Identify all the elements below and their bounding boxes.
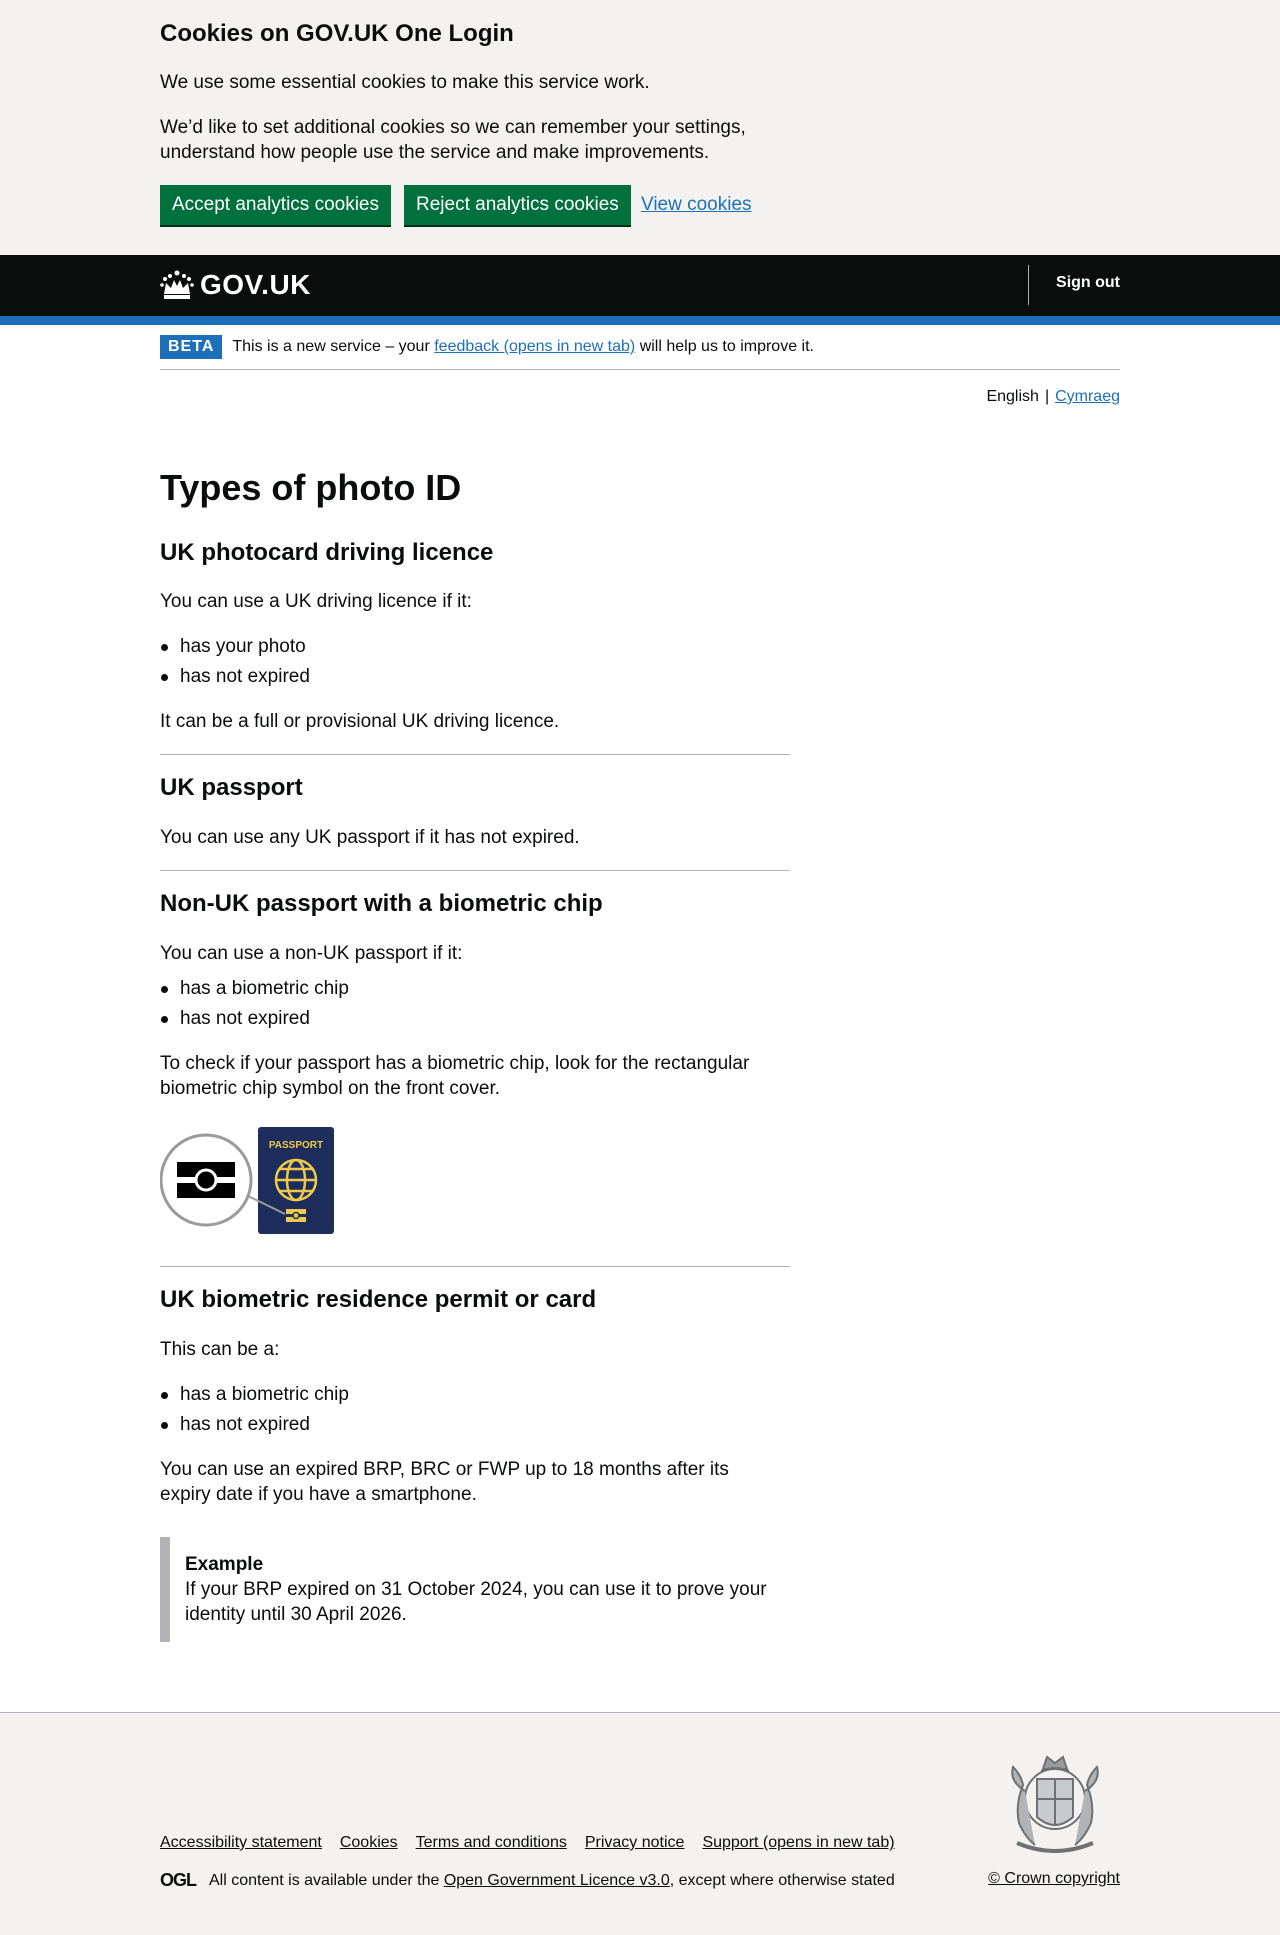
- page-title: Types of photo ID: [160, 467, 462, 508]
- royal-coat-of-arms-icon: [1011, 1755, 1099, 1853]
- beta-tag: BETA: [160, 335, 223, 359]
- driving-note: It can be a full or provisional UK drivi…: [160, 711, 560, 732]
- chip-symbol-icon: [177, 1162, 235, 1198]
- header-blue-bar: [0, 316, 1280, 325]
- list-item: has your photo: [160, 634, 310, 659]
- section-divider: [160, 870, 790, 871]
- phase-text-before: This is a new service – your: [232, 338, 435, 355]
- accept-cookies-button[interactable]: Accept analytics cookies: [160, 185, 391, 225]
- licence-text-before: All content is available under the: [209, 1871, 444, 1889]
- footer-links: Accessibility statement Cookies Terms an…: [160, 1834, 913, 1852]
- section-heading-driving: UK photocard driving licence: [160, 539, 494, 566]
- cookie-banner-text-1: We use some essential cookies to make th…: [160, 72, 650, 93]
- footer-link-cookies[interactable]: Cookies: [340, 1834, 398, 1852]
- section-heading-passport: UK passport: [160, 774, 303, 801]
- ogl-logo: OGL: [160, 1870, 197, 1890]
- small-chip-icon: [286, 1209, 306, 1222]
- non-uk-bullets: has a biometric chip has not expired: [160, 976, 349, 1036]
- footer-link-privacy[interactable]: Privacy notice: [585, 1834, 685, 1852]
- licence-text: All content is available under the Open …: [209, 1872, 895, 1890]
- list-item: has not expired: [160, 1006, 349, 1031]
- crown-icon: [160, 270, 194, 299]
- header-divider: [1028, 265, 1029, 305]
- footer-licence: OGL All content is available under the O…: [160, 1870, 895, 1891]
- footer-link-terms[interactable]: Terms and conditions: [416, 1834, 567, 1852]
- reject-cookies-button[interactable]: Reject analytics cookies: [404, 185, 631, 225]
- list-item: has a biometric chip: [160, 976, 349, 1001]
- language-toggle: English | Cymraeg: [986, 388, 1120, 406]
- site-header: GOV.UK Sign out: [0, 255, 1280, 325]
- section-divider: [160, 754, 790, 755]
- biometric-chip-illustration: PASSPORT: [160, 1127, 334, 1234]
- list-item: has not expired: [160, 1412, 349, 1437]
- non-uk-intro: You can use a non-UK passport if it:: [160, 943, 463, 964]
- cookie-banner-text-2: We’d like to set additional cookies so w…: [160, 117, 746, 163]
- govuk-logo[interactable]: GOV.UK: [160, 267, 311, 303]
- language-separator: |: [1044, 388, 1050, 405]
- cookie-banner-title: Cookies on GOV.UK One Login: [160, 20, 514, 47]
- licence-text-after: , except where otherwise stated: [669, 1871, 895, 1889]
- crown-copyright-link[interactable]: © Crown copyright: [988, 1870, 1120, 1888]
- site-footer: Accessibility statement Cookies Terms an…: [0, 1712, 1280, 1935]
- footer-link-accessibility[interactable]: Accessibility statement: [160, 1834, 322, 1852]
- section-heading-non-uk: Non-UK passport with a biometric chip: [160, 890, 603, 917]
- language-current: English: [986, 388, 1039, 405]
- view-cookies-link[interactable]: View cookies: [641, 194, 752, 216]
- phase-banner: BETA This is a new service – your feedba…: [160, 335, 1120, 370]
- driving-intro: You can use a UK driving licence if it:: [160, 591, 472, 612]
- language-welsh-link[interactable]: Cymraeg: [1055, 388, 1120, 405]
- example-text: If your BRP expired on 31 October 2024, …: [185, 1579, 767, 1625]
- section-heading-brp: UK biometric residence permit or card: [160, 1286, 597, 1313]
- phase-banner-text: This is a new service – your feedback (o…: [232, 335, 814, 359]
- logo-text: GOV.UK: [200, 269, 311, 300]
- footer-link-support[interactable]: Support (opens in new tab): [702, 1834, 894, 1852]
- example-inset: Example If your BRP expired on 31 Octobe…: [160, 1537, 790, 1642]
- brp-bullets: has a biometric chip has not expired: [160, 1382, 349, 1442]
- passport-text: You can use any UK passport if it has no…: [160, 827, 580, 848]
- brp-intro: This can be a:: [160, 1339, 280, 1360]
- list-item: has a biometric chip: [160, 1382, 349, 1407]
- sign-out-link[interactable]: Sign out: [1056, 274, 1120, 292]
- phase-text-after: will help us to improve it.: [635, 338, 814, 355]
- non-uk-check-text: To check if your passport has a biometri…: [160, 1053, 750, 1099]
- licence-link[interactable]: Open Government Licence v3.0: [444, 1872, 670, 1889]
- brp-text: You can use an expired BRP, BRC or FWP u…: [160, 1459, 729, 1505]
- cookie-banner: Cookies on GOV.UK One Login We use some …: [0, 0, 1280, 255]
- list-item: has not expired: [160, 664, 310, 689]
- example-title: Example: [185, 1554, 264, 1575]
- passport-label: PASSPORT: [269, 1140, 323, 1151]
- feedback-link[interactable]: feedback (opens in new tab): [434, 338, 635, 355]
- driving-bullets: has your photo has not expired: [160, 634, 310, 694]
- section-divider: [160, 1266, 790, 1267]
